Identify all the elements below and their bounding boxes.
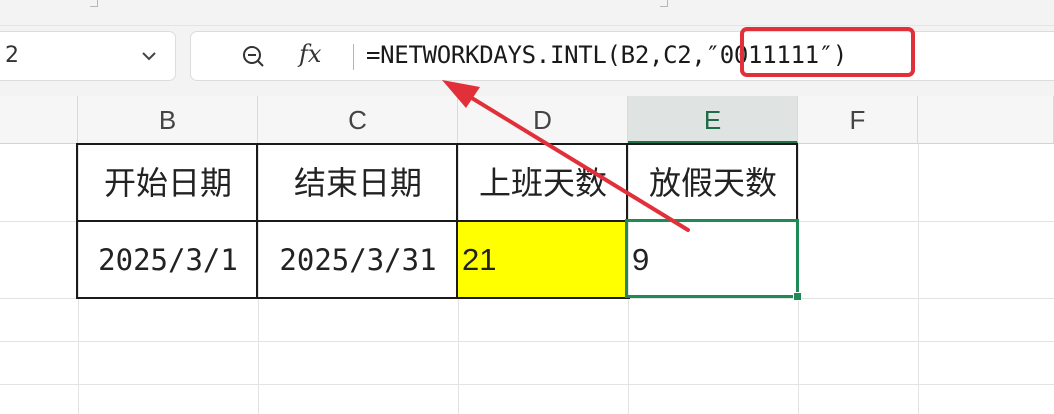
- column-header-b[interactable]: B: [78, 96, 258, 144]
- column-header-d[interactable]: D: [458, 96, 628, 144]
- table-border: [76, 297, 630, 299]
- cell-e2[interactable]: 放假天数: [628, 145, 798, 221]
- table-border: [796, 143, 798, 221]
- table-border: [456, 143, 458, 299]
- gridline: [918, 144, 919, 414]
- cell-b3[interactable]: 2025/3/1: [78, 222, 258, 298]
- table-border: [626, 143, 628, 221]
- name-box[interactable]: 2: [0, 31, 176, 81]
- table-border: [76, 143, 78, 299]
- cell-b2[interactable]: 开始日期: [78, 145, 258, 221]
- fx-icon[interactable]: fx: [299, 40, 321, 68]
- column-header-g[interactable]: [918, 96, 1054, 144]
- table-border: [76, 143, 630, 145]
- cell-d2[interactable]: 上班天数: [458, 145, 628, 221]
- table-border: [76, 220, 630, 222]
- column-header-c[interactable]: C: [258, 96, 458, 144]
- column-header-f[interactable]: F: [798, 96, 918, 144]
- column-header-a[interactable]: [0, 96, 78, 144]
- resize-mark: [90, 0, 98, 7]
- table-border: [626, 143, 798, 145]
- cell-c3[interactable]: 2025/3/31: [258, 222, 458, 298]
- table-border: [256, 143, 258, 299]
- column-header-e[interactable]: E: [628, 96, 798, 144]
- zoom-out-icon[interactable]: [241, 44, 265, 68]
- formula-input[interactable]: fx =NETWORKDAYS.INTL(B2,C2,″0011111″): [190, 31, 1054, 81]
- fill-handle[interactable]: [793, 292, 802, 301]
- top-strip: [0, 0, 1054, 26]
- cell-c2[interactable]: 结束日期: [258, 145, 458, 221]
- name-box-value: 2: [5, 43, 19, 68]
- annotation-highlight-box: [740, 27, 915, 77]
- gridline: [0, 384, 1054, 385]
- resize-mark: [660, 0, 668, 7]
- formula-prefix: =NETWORKDAYS.INTL(B2,C2,: [366, 41, 706, 69]
- formula-separator: [353, 44, 354, 70]
- active-cell-selection[interactable]: [625, 219, 802, 301]
- gridline: [0, 341, 1054, 342]
- chevron-down-icon[interactable]: [139, 46, 159, 66]
- cell-d3[interactable]: 21: [458, 222, 628, 298]
